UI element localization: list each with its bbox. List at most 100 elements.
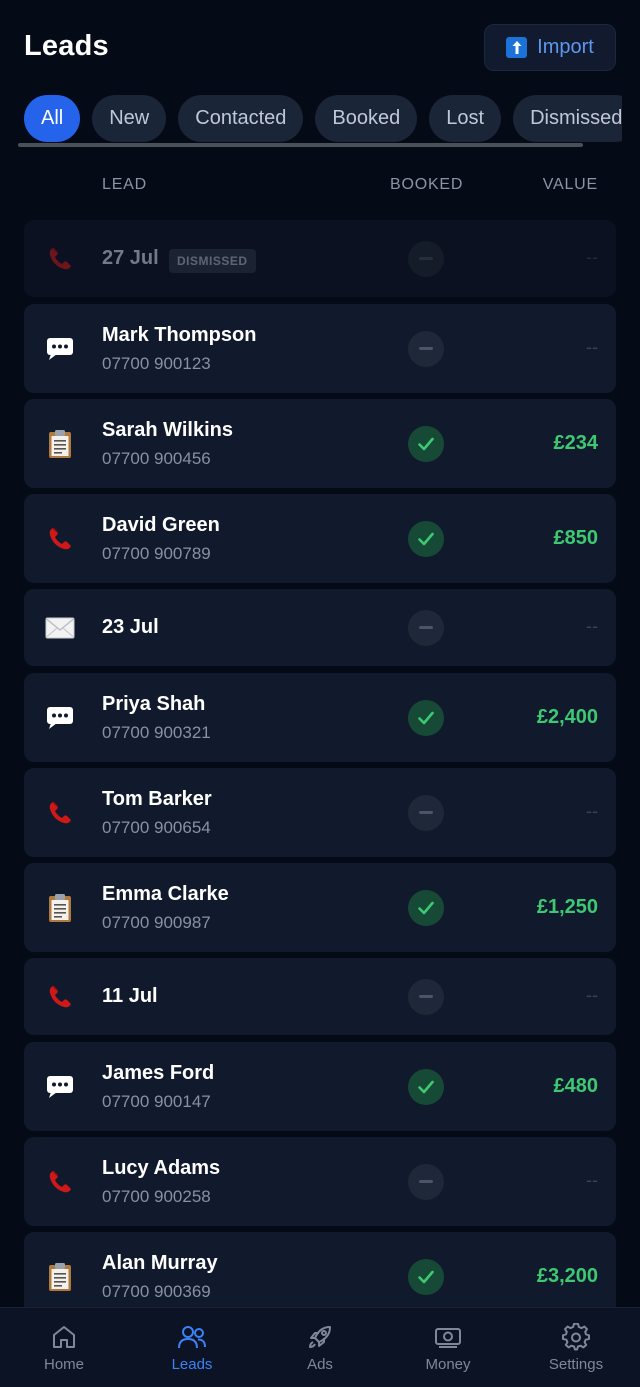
lead-phone: 07700 900258 (102, 1187, 211, 1206)
lead-name: Sarah Wilkins (102, 419, 233, 441)
import-label: Import (537, 36, 594, 58)
lead-name: 27 Jul (102, 246, 159, 269)
bottom-nav: Home Leads Ads Money Settings (0, 1307, 640, 1387)
not-booked-icon (408, 240, 444, 277)
lead-value: -- (586, 246, 598, 267)
lead-row[interactable]: David Green 07700 900789 £850 (24, 494, 616, 583)
clipboard-icon (44, 1261, 76, 1293)
lead-value: £480 (553, 1074, 599, 1097)
upload-icon (506, 37, 528, 58)
lead-phone: 07700 900987 (102, 913, 211, 932)
lead-value: -- (586, 336, 598, 357)
lead-phone: 07700 900123 (102, 354, 211, 373)
tab-booked[interactable]: Booked (315, 95, 418, 142)
lead-value: -- (586, 800, 598, 821)
nav-label: Money (425, 1356, 471, 1373)
not-booked-icon (408, 1163, 444, 1200)
tab-all[interactable]: All (24, 95, 81, 142)
lead-phone: 07700 900147 (102, 1092, 211, 1111)
phone-icon (44, 797, 76, 829)
nav-label: Leads (171, 1356, 213, 1373)
lead-row[interactable]: James Ford 07700 900147 £480 (24, 1042, 616, 1131)
lead-value: £2,400 (536, 705, 598, 728)
lead-name: 23 Jul (102, 615, 159, 638)
booked-check-icon (408, 1258, 444, 1295)
lead-name: Mark Thompson (102, 324, 257, 346)
lead-value: £850 (553, 526, 599, 549)
lead-row[interactable]: Sarah Wilkins 07700 900456 £234 (24, 399, 616, 488)
phone-icon (44, 243, 76, 275)
booked-check-icon (408, 699, 444, 736)
booked-check-icon (408, 520, 444, 557)
home-icon (50, 1322, 78, 1352)
envelope-icon (44, 612, 76, 644)
lead-row[interactable]: Tom Barker 07700 900654 -- (24, 768, 616, 857)
lead-value: £1,250 (536, 895, 598, 918)
lead-row[interactable]: Mark Thompson 07700 900123 -- (24, 304, 616, 393)
header: Leads Import (0, 0, 640, 90)
filter-tabs: All New Contacted Booked Lost Dismissed (0, 95, 622, 151)
message-icon (44, 333, 76, 365)
not-booked-icon (408, 609, 444, 646)
lead-row[interactable]: 23 Jul -- (24, 589, 616, 666)
nav-label: Settings (548, 1356, 604, 1373)
lead-name: Lucy Adams (102, 1157, 221, 1179)
lead-value: -- (586, 984, 598, 1005)
status-badge: DISMISSED (169, 248, 256, 273)
not-booked-icon (408, 978, 444, 1015)
lead-row[interactable]: Lucy Adams 07700 900258 -- (24, 1137, 616, 1226)
message-icon (44, 702, 76, 734)
tab-lost[interactable]: Lost (429, 95, 502, 142)
tab-dismissed[interactable]: Dismissed (513, 95, 622, 142)
not-booked-icon (408, 794, 444, 831)
column-booked: BOOKED (390, 176, 464, 193)
lead-name: Tom Barker (102, 788, 212, 810)
tab-contacted[interactable]: Contacted (178, 95, 304, 142)
nav-leads[interactable]: Leads (128, 1308, 256, 1387)
tab-new[interactable]: New (92, 95, 167, 142)
lead-name: Alan Murray (102, 1252, 218, 1274)
lead-name: James Ford (102, 1062, 215, 1084)
lead-row[interactable]: 11 Jul -- (24, 958, 616, 1035)
lead-phone: 07700 900789 (102, 544, 211, 563)
lead-value: -- (586, 1169, 598, 1190)
phone-icon (44, 1166, 76, 1198)
clipboard-icon (44, 428, 76, 460)
lead-phone: 07700 900654 (102, 818, 211, 837)
nav-home[interactable]: Home (0, 1308, 128, 1387)
page-title: Leads (24, 30, 109, 62)
column-lead: LEAD (102, 176, 147, 193)
rocket-icon (306, 1322, 334, 1352)
nav-ads[interactable]: Ads (256, 1308, 384, 1387)
lead-row[interactable]: 27 Jul DISMISSED -- (24, 220, 616, 297)
lead-phone: 07700 900456 (102, 449, 211, 468)
column-headers: LEAD BOOKED VALUE (0, 176, 640, 196)
not-booked-icon (408, 330, 444, 367)
users-icon (177, 1322, 207, 1352)
lead-phone: 07700 900321 (102, 723, 211, 742)
gear-icon (562, 1322, 590, 1352)
column-value: VALUE (542, 176, 598, 193)
lead-value: £3,200 (536, 1264, 598, 1287)
booked-check-icon (408, 425, 444, 462)
lead-name: Priya Shah (102, 693, 206, 715)
nav-label: Home (43, 1356, 84, 1373)
lead-name: 11 Jul (102, 984, 158, 1007)
lead-name: Emma Clarke (102, 883, 229, 905)
lead-value: -- (586, 615, 598, 636)
nav-settings[interactable]: Settings (512, 1308, 640, 1387)
lead-name: David Green (102, 514, 220, 536)
nav-label: Ads (307, 1356, 333, 1373)
lead-value: £234 (553, 431, 599, 454)
banknote-icon (433, 1322, 463, 1352)
nav-money[interactable]: Money (384, 1308, 512, 1387)
booked-check-icon (408, 889, 444, 926)
tabs-scrollbar[interactable] (18, 143, 583, 147)
clipboard-icon (44, 892, 76, 924)
lead-row[interactable]: Emma Clarke 07700 900987 £1,250 (24, 863, 616, 952)
lead-phone: 07700 900369 (102, 1282, 211, 1301)
message-icon (44, 1071, 76, 1103)
phone-icon (44, 523, 76, 555)
lead-row[interactable]: Priya Shah 07700 900321 £2,400 (24, 673, 616, 762)
import-button[interactable]: Import (484, 24, 616, 71)
